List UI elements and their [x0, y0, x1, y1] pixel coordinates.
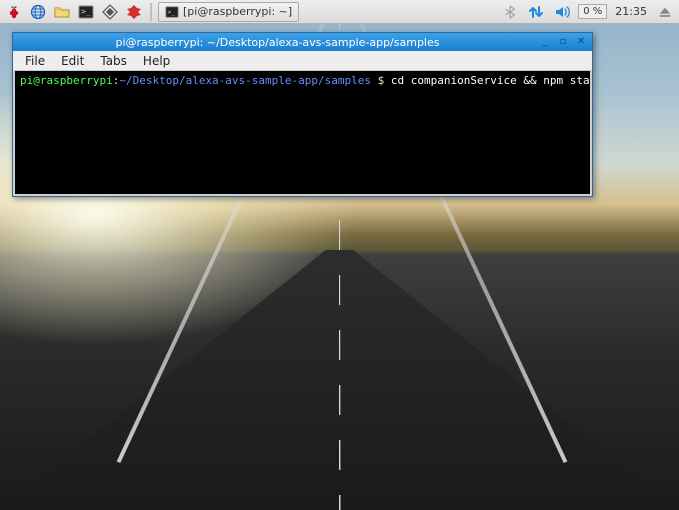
task-button-terminal[interactable]: >_ [pi@raspberrypi: ~]: [158, 2, 299, 22]
system-tray: 0 % 21:35: [500, 2, 675, 22]
wolfram-icon[interactable]: [124, 2, 144, 22]
menu-help[interactable]: Help: [137, 52, 176, 70]
prompt-command: cd companionService && npm start: [391, 74, 592, 87]
terminal-launcher-icon[interactable]: >_: [76, 2, 96, 22]
eject-icon[interactable]: [655, 2, 675, 22]
prompt-path: ~/Desktop/alexa-avs-sample-app/samples: [119, 74, 371, 87]
titlebar[interactable]: pi@raspberrypi: ~/Desktop/alexa-avs-samp…: [13, 33, 592, 51]
menu-tabs[interactable]: Tabs: [94, 52, 133, 70]
taskbar-separator: [150, 3, 152, 21]
close-button[interactable]: ✕: [574, 36, 588, 48]
task-button-label: [pi@raspberrypi: ~]: [183, 5, 292, 18]
svg-text:>_: >_: [81, 7, 91, 16]
clock[interactable]: 21:35: [613, 5, 649, 18]
speaker-icon[interactable]: [552, 2, 572, 22]
terminal-window: pi@raspberrypi: ~/Desktop/alexa-avs-samp…: [12, 32, 593, 197]
cpu-usage[interactable]: 0 %: [578, 4, 607, 19]
taskbar: >_ >_ [pi@raspberrypi: ~]: [0, 0, 679, 24]
menu-edit[interactable]: Edit: [55, 52, 90, 70]
menu-file[interactable]: File: [19, 52, 51, 70]
file-manager-icon[interactable]: [52, 2, 72, 22]
prompt-dollar: $: [371, 74, 391, 87]
window-controls: _ ▫ ✕: [538, 36, 588, 48]
prompt-user-host: pi@raspberrypi: [20, 74, 113, 87]
raspberry-menu-icon[interactable]: [4, 2, 24, 22]
bluetooth-icon[interactable]: [500, 2, 520, 22]
mathematica-icon[interactable]: [100, 2, 120, 22]
terminal-body[interactable]: pi@raspberrypi:~/Desktop/alexa-avs-sampl…: [13, 71, 592, 196]
svg-text:>_: >_: [168, 8, 176, 15]
maximize-button[interactable]: ▫: [556, 36, 570, 48]
globe-icon[interactable]: [28, 2, 48, 22]
network-updown-icon[interactable]: [526, 2, 546, 22]
menubar: File Edit Tabs Help: [13, 51, 592, 71]
window-title: pi@raspberrypi: ~/Desktop/alexa-avs-samp…: [17, 36, 538, 49]
minimize-button[interactable]: _: [538, 36, 552, 48]
